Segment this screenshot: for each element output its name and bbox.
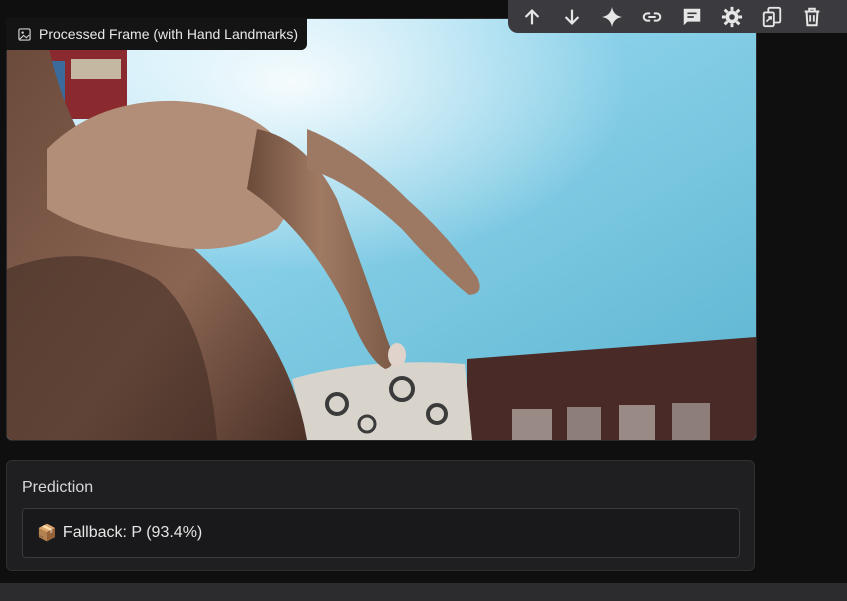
ai-sparkle-icon <box>601 6 623 27</box>
image-block-label-text: Processed Frame (with Hand Landmarks) <box>39 26 299 42</box>
image-block-label: Processed Frame (with Hand Landmarks) <box>6 18 307 50</box>
delete-button[interactable] <box>798 3 826 31</box>
link-icon <box>642 11 662 22</box>
processed-frame-photo <box>7 19 756 440</box>
mirror-cell-icon <box>762 6 782 27</box>
settings-button[interactable] <box>718 3 746 31</box>
move-down-icon <box>564 9 580 25</box>
processed-frame-image-block <box>6 18 757 441</box>
move-up-button[interactable] <box>518 3 546 31</box>
prediction-panel: Prediction 📦 Fallback: P (93.4%) <box>6 460 755 571</box>
ai-sparkle-button[interactable] <box>598 3 626 31</box>
cell-toolbar <box>508 0 847 33</box>
move-down-button[interactable] <box>558 3 586 31</box>
delete-icon <box>804 7 820 26</box>
link-button[interactable] <box>638 3 666 31</box>
more-icon <box>841 6 847 28</box>
more-button[interactable] <box>838 3 847 31</box>
prediction-output[interactable]: 📦 Fallback: P (93.4%) <box>22 508 740 558</box>
bottom-divider <box>0 583 847 601</box>
prediction-title: Prediction <box>22 479 94 496</box>
comment-button[interactable] <box>678 3 706 31</box>
move-up-icon <box>524 8 540 24</box>
image-icon <box>18 27 31 41</box>
settings-icon <box>721 6 743 27</box>
mirror-cell-button[interactable] <box>758 3 786 31</box>
package-icon: 📦 <box>37 525 57 542</box>
prediction-value: Fallback: P (93.4%) <box>62 524 203 541</box>
comment-icon <box>683 8 701 25</box>
